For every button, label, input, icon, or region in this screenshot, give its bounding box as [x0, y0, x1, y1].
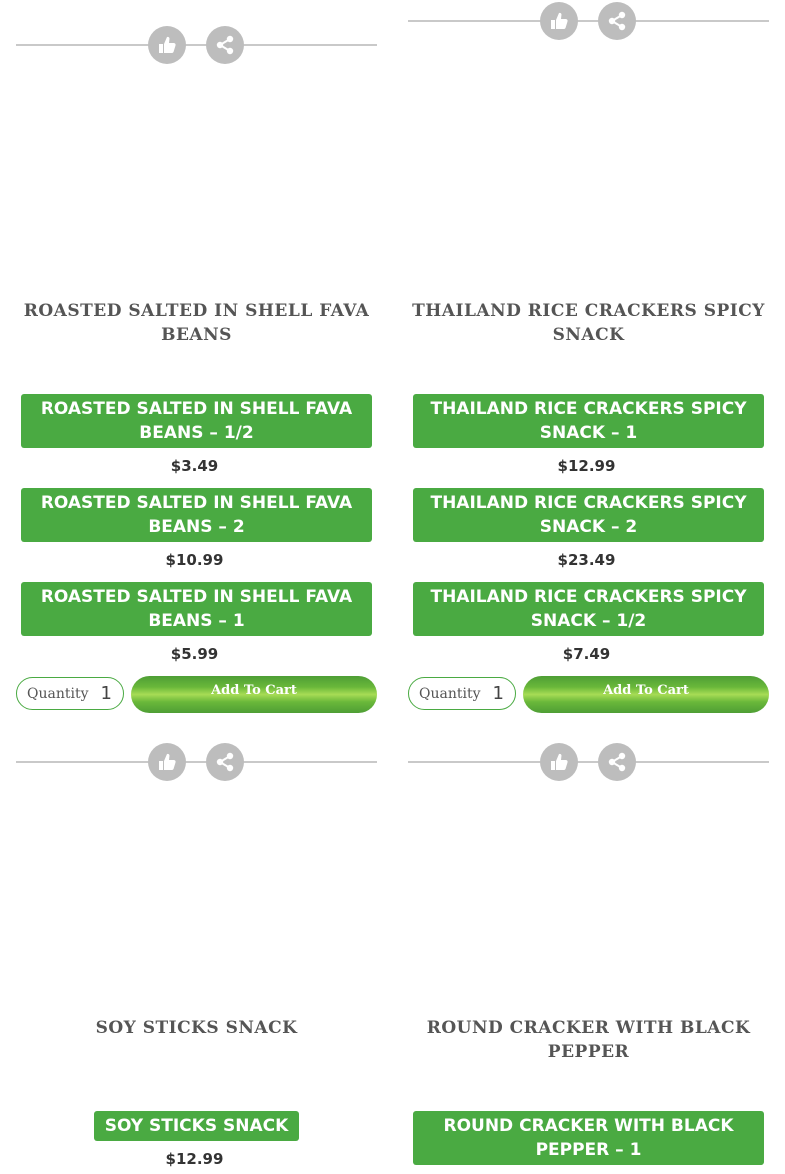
thumbs-up-icon [157, 35, 177, 55]
variant-price: $12.99 [557, 457, 616, 475]
social-bar [16, 742, 377, 782]
share-button[interactable] [598, 743, 636, 781]
quantity-field[interactable]: Quantity 1 [408, 677, 516, 710]
thumbs-up-icon [157, 752, 177, 772]
social-bar [408, 1, 769, 41]
product-title[interactable]: ROASTED SALTED IN SHELL FAVA BEANS [16, 299, 377, 347]
quantity-field[interactable]: Quantity 1 [16, 677, 124, 710]
share-button[interactable] [206, 26, 244, 64]
variant-button[interactable]: THAILAND RICE CRACKERS SPICY SNACK – 1 [413, 394, 764, 448]
like-button[interactable] [540, 743, 578, 781]
like-button[interactable] [148, 743, 186, 781]
variant-price: $7.49 [562, 645, 611, 663]
variant-price: $10.99 [165, 551, 224, 569]
variant-price: $5.99 [170, 645, 219, 663]
quantity-input[interactable]: 1 [101, 683, 112, 704]
product-title[interactable]: THAILAND RICE CRACKERS SPICY SNACK [408, 299, 769, 347]
divider-line [408, 20, 769, 22]
like-button[interactable] [148, 26, 186, 64]
divider-line [16, 44, 377, 46]
variant-price: $23.49 [557, 551, 616, 569]
divider-line [16, 761, 377, 763]
social-bar [408, 742, 769, 782]
share-icon [607, 752, 627, 772]
product-title[interactable]: ROUND CRACKER WITH BLACK PEPPER [408, 1016, 769, 1064]
thumbs-up-icon [549, 11, 569, 31]
share-icon [215, 752, 235, 772]
quantity-input[interactable]: 1 [493, 683, 504, 704]
variant-price: $3.49 [170, 457, 219, 475]
share-button[interactable] [206, 743, 244, 781]
divider-line [408, 761, 769, 763]
quantity-label: Quantity [27, 685, 89, 702]
variant-button[interactable]: ROASTED SALTED IN SHELL FAVA BEANS – 1/2 [21, 394, 372, 448]
share-icon [215, 35, 235, 55]
variant-button[interactable]: THAILAND RICE CRACKERS SPICY SNACK – 1/2 [413, 582, 764, 636]
social-bar [16, 25, 377, 65]
add-to-cart-button[interactable]: Add To Cart [523, 676, 769, 713]
thumbs-up-icon [549, 752, 569, 772]
quantity-label: Quantity [419, 685, 481, 702]
add-to-cart-button[interactable]: Add To Cart [131, 676, 377, 713]
variant-button[interactable]: SOY STICKS SNACK – 1 [94, 1111, 299, 1160]
variant-button[interactable]: ROASTED SALTED IN SHELL FAVA BEANS – 2 [21, 488, 372, 542]
variant-button[interactable]: ROUND CRACKER WITH BLACK PEPPER – 1 [413, 1111, 764, 1165]
variant-price: $12.99 [165, 1150, 224, 1168]
share-icon [607, 11, 627, 31]
product-title[interactable]: SOY STICKS SNACK [16, 1016, 377, 1040]
variant-button[interactable]: THAILAND RICE CRACKERS SPICY SNACK – 2 [413, 488, 764, 542]
like-button[interactable] [540, 2, 578, 40]
variant-button[interactable]: ROASTED SALTED IN SHELL FAVA BEANS – 1 [21, 582, 372, 636]
share-button[interactable] [598, 2, 636, 40]
